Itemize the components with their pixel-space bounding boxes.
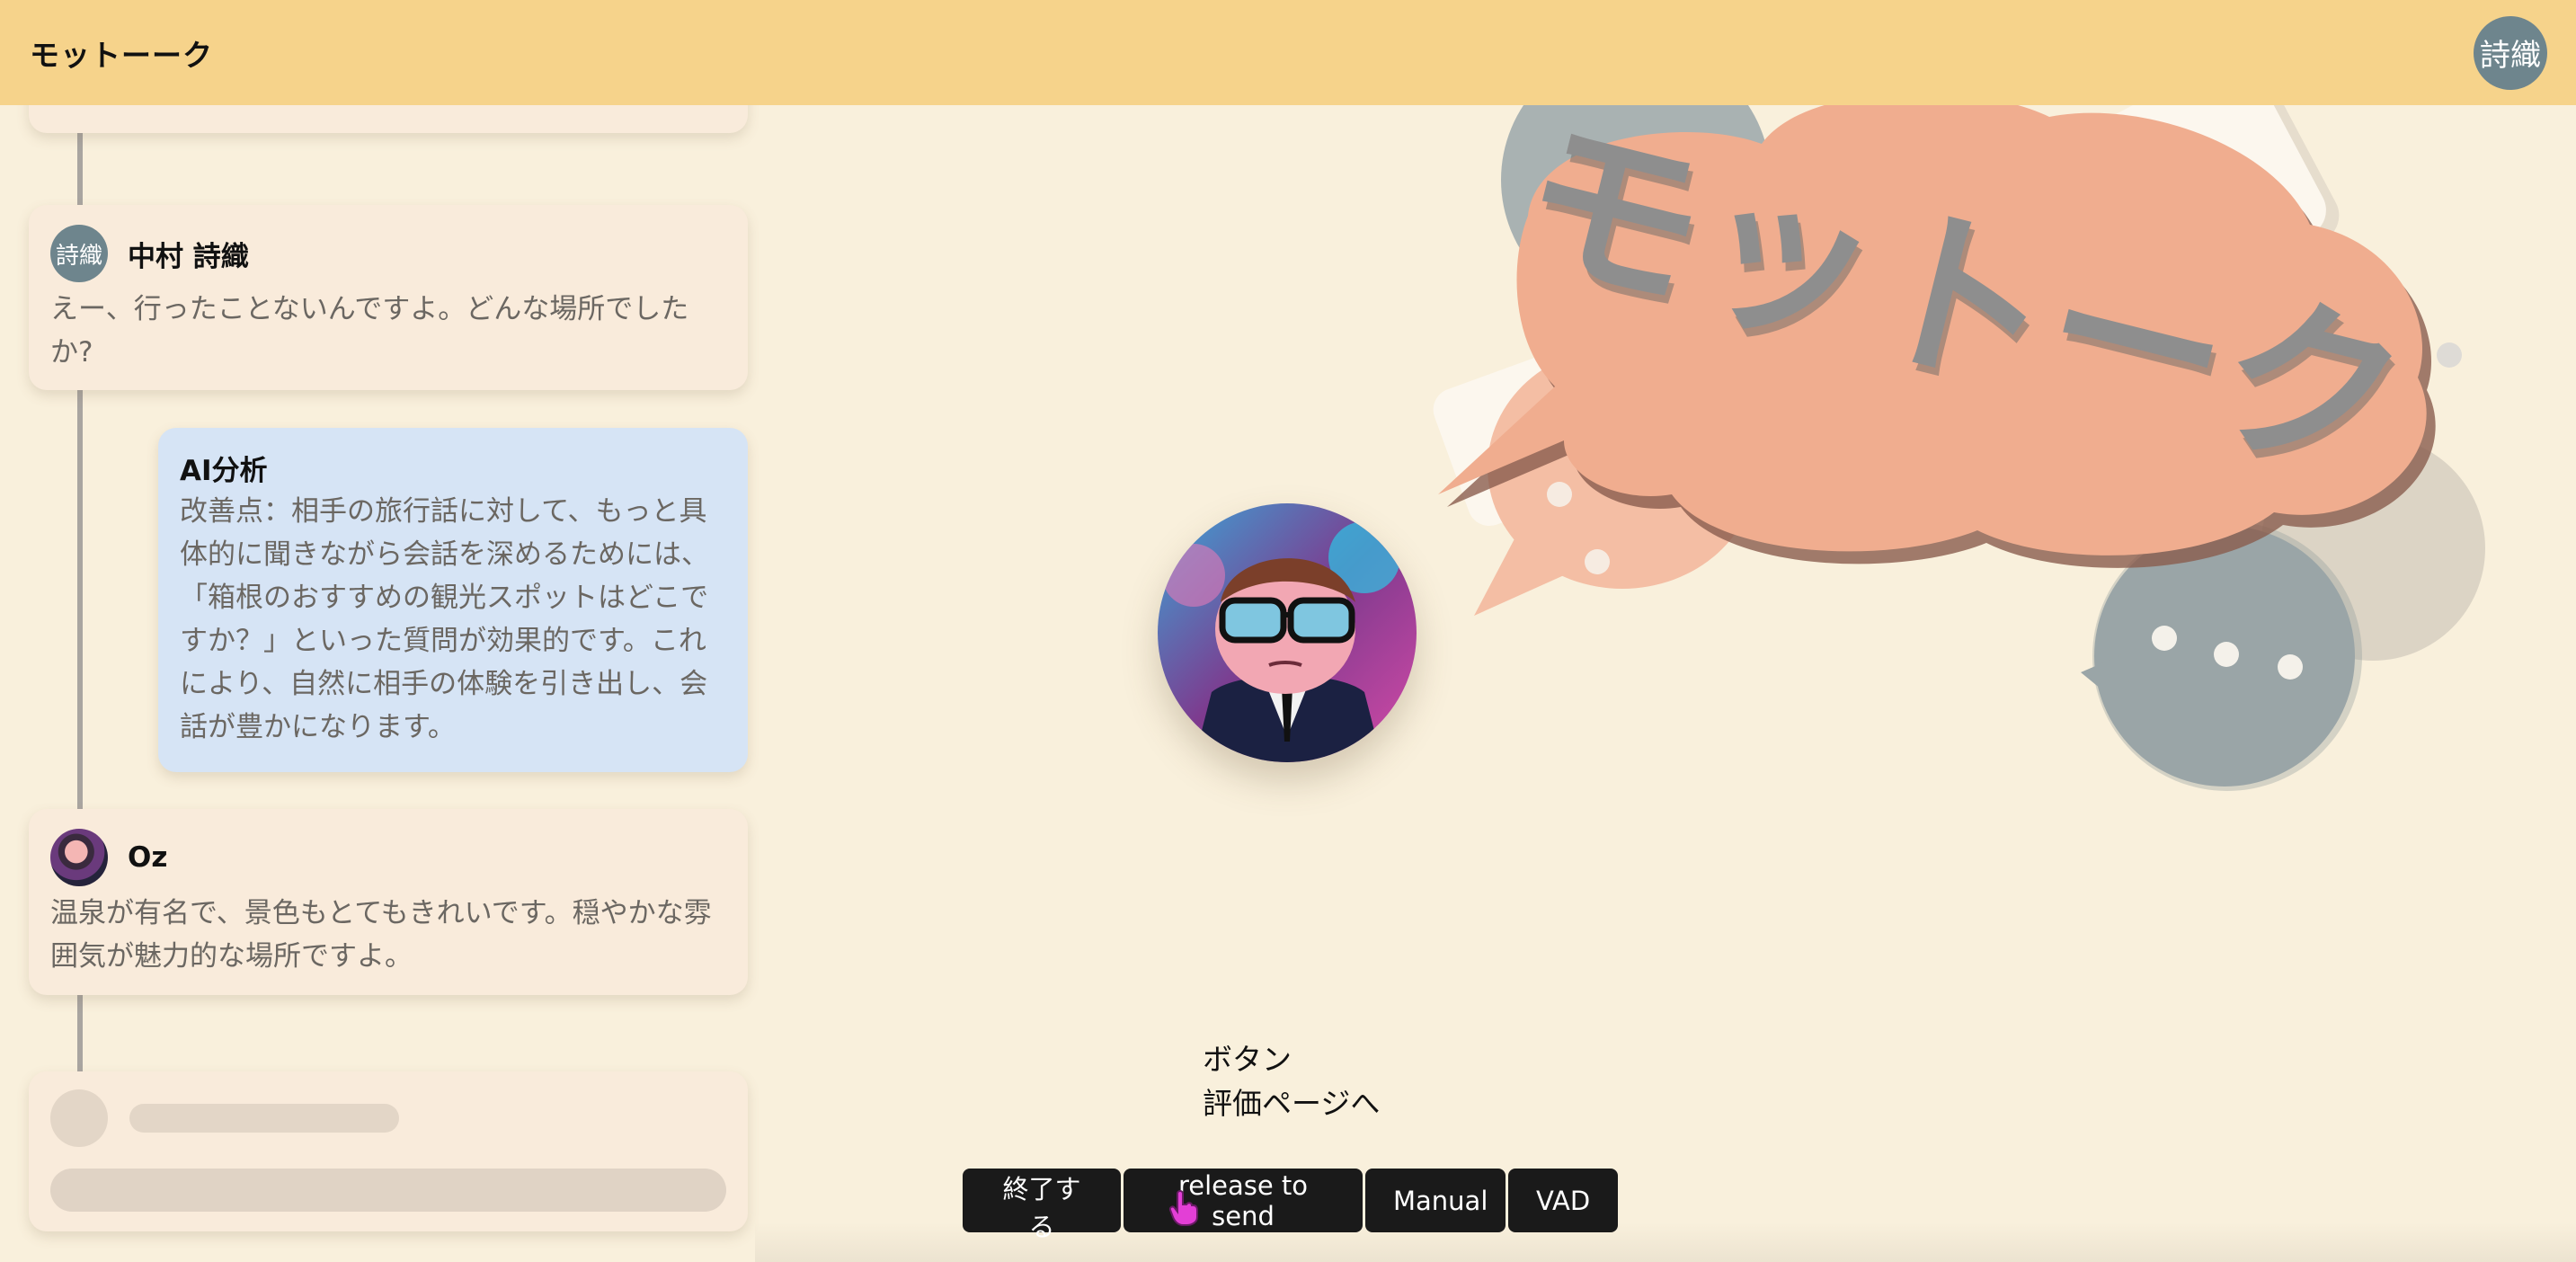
message-sender-name: 中村 詩織 (128, 240, 249, 273)
end-button[interactable]: 終了する (963, 1169, 1121, 1242)
caption-line-2: 評価ページへ (1203, 1086, 1381, 1121)
message-text: 温泉が有名で、景色もとてもきれいです。穏やかな雰囲気が魅力的な場所ですよ。 (50, 897, 712, 973)
message-card-user: 詩織 中村 詩織 えー、行ったことないんですよ。どんな場所でしたか? (29, 205, 748, 390)
ai-analysis-title: AI分析 (180, 455, 268, 487)
vad-mode-button[interactable]: VAD (1508, 1169, 1618, 1232)
skeleton-text-bar (50, 1169, 726, 1212)
app-title: モットーーク (30, 37, 213, 73)
user-message-avatar: 詩織 (50, 225, 108, 282)
bot-avatar (50, 829, 108, 886)
ai-analysis-card: AI分析 改善点：相手の旅行話に対して、もっと具体的に聞きながら会話を深めるため… (158, 428, 748, 772)
loading-message-skeleton (29, 1071, 748, 1231)
bot-character-avatar (1158, 503, 1417, 762)
hand-cursor-icon (1168, 1190, 1198, 1226)
ai-analysis-text: 改善点：相手の旅行話に対して、もっと具体的に聞きながら会話を深めるためには、「箱… (180, 495, 709, 743)
release-to-send-button[interactable]: release to send (1124, 1169, 1363, 1232)
caption-line-1: ボタン (1203, 1042, 1292, 1077)
center-caption: ボタン 評価ページへ (1203, 1037, 1380, 1125)
message-card-bot: Oz 温泉が有名で、景色もとてもきれいです。穏やかな雰囲気が魅力的な場所ですよ。 (29, 809, 748, 995)
message-text: えー、行ったことないんですよ。どんな場所でしたか? (50, 293, 689, 369)
control-bar: 終了する release to send Manual VAD (963, 1169, 1618, 1242)
skeleton-avatar (50, 1089, 108, 1147)
manual-mode-button[interactable]: Manual (1365, 1169, 1506, 1232)
message-sender-name: Oz (128, 841, 168, 874)
app-header: モットーーク 詩織 (0, 0, 2576, 105)
mottalk-logo: モットーク モットーク (1433, 45, 2485, 791)
skeleton-name-bar (129, 1104, 399, 1133)
user-avatar[interactable]: 詩織 (2474, 15, 2547, 90)
